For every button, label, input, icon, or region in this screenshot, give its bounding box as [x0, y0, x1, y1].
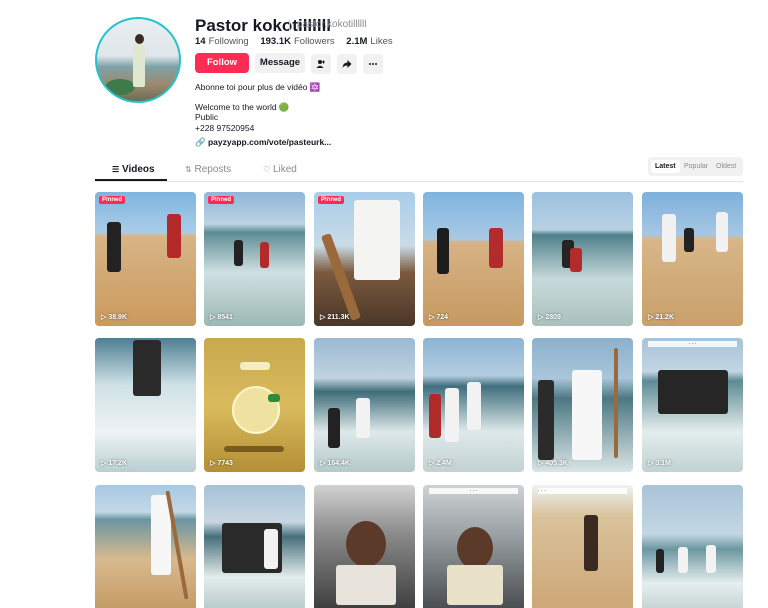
sort-oldest[interactable]: Oldest [712, 160, 740, 173]
add-friend-icon[interactable] [311, 54, 331, 74]
view-count: ▷ 724 [429, 314, 449, 321]
video-caption-overlay: · · · [538, 488, 627, 494]
followers-count[interactable]: 193.1K [260, 36, 291, 47]
video-thumbnail[interactable] [314, 485, 415, 608]
video-thumbnail[interactable] [642, 485, 743, 608]
view-count: ▷ 21.2K [648, 314, 675, 321]
view-count: ▷ 38.9K [101, 314, 128, 321]
follow-button[interactable]: Follow [195, 53, 249, 73]
view-count: ▷ 8541 [210, 314, 233, 321]
tab-liked[interactable]: ♡ Liked [263, 164, 297, 175]
video-caption-overlay: · · · [648, 341, 737, 347]
following-label[interactable]: Following [209, 36, 249, 47]
video-thumbnail[interactable]: ▷ 7743 [204, 338, 305, 472]
repost-icon: ⇅ [185, 165, 192, 174]
view-count: ▷ 405.3K [538, 460, 568, 467]
tabs-divider [95, 181, 743, 182]
tab-liked-label: Liked [272, 164, 297, 175]
likes-label: Likes [370, 36, 393, 47]
view-count: ▷ 17.2K [101, 460, 128, 467]
view-count: ▷ 3.1M [648, 460, 671, 467]
tab-videos-label: Videos [121, 164, 155, 175]
view-count: ▷ 164.4K [320, 460, 350, 467]
video-thumbnail[interactable] [95, 485, 196, 608]
bio-line-1: Abonne toi pour plus de vidéo 🔯 [195, 82, 321, 92]
name-separator: | [288, 17, 292, 31]
video-thumbnail[interactable]: Pinned ▷ 211.3K [314, 192, 415, 326]
following-count[interactable]: 14 [195, 36, 206, 47]
video-thumbnail[interactable]: · · · [423, 485, 524, 608]
video-thumbnail[interactable] [204, 485, 305, 608]
tab-videos[interactable]: ☰ Videos [112, 164, 155, 175]
tab-active-indicator [95, 179, 167, 181]
video-thumbnail[interactable]: ▷ 2809 [532, 192, 633, 326]
pinned-badge: Pinned [208, 196, 235, 204]
followers-label[interactable]: Followers [294, 36, 335, 47]
pinned-badge: Pinned [318, 196, 345, 204]
link-icon: 🔗 [195, 137, 206, 147]
bio-link-text[interactable]: payzyapp.com/vote/pasteurk... [208, 137, 331, 147]
tab-reposts[interactable]: ⇅ Reposts [185, 164, 231, 175]
sort-latest[interactable]: Latest [651, 160, 680, 173]
likes-count: 2.1M [346, 36, 368, 47]
avatar-figure [133, 43, 145, 87]
view-count: ▷ 2.4M [429, 460, 452, 467]
video-thumbnail[interactable]: ▷ 17.2K [95, 338, 196, 472]
view-count: ▷ 211.3K [320, 314, 350, 321]
video-thumbnail[interactable]: · · · [532, 485, 633, 608]
avatar-rock [105, 79, 135, 95]
sort-toggle: Latest Popular Oldest [648, 157, 743, 176]
profile-stats: 14 Following 193.1K Followers 2.1M Likes [195, 36, 402, 47]
message-button[interactable]: Message [255, 53, 305, 73]
view-count: ▷ 2809 [538, 314, 561, 321]
pinned-badge: Pinned [99, 196, 126, 204]
profile-avatar[interactable] [95, 17, 181, 103]
tab-reposts-label: Reposts [194, 164, 232, 175]
heart-outline-icon: ♡ [263, 165, 271, 174]
video-thumbnail[interactable]: ▷ 164.4K [314, 338, 415, 472]
video-caption-overlay: · · · [429, 488, 518, 494]
video-thumbnail[interactable]: ▷ 724 [423, 192, 524, 326]
view-count: ▷ 7743 [210, 460, 233, 467]
avatar-head [135, 34, 144, 44]
profile-handle: pastor.kokotillllll [297, 19, 367, 30]
video-thumbnail[interactable]: ▷ 21.2K [642, 192, 743, 326]
share-icon[interactable] [337, 54, 357, 74]
bio-link[interactable]: 🔗 payzyapp.com/vote/pasteurk... [195, 137, 331, 148]
video-thumbnail[interactable]: Pinned ▷ 8541 [204, 192, 305, 326]
sort-popular[interactable]: Popular [680, 160, 712, 173]
bio-line-4: +228 97520954 [195, 123, 255, 133]
video-thumbnail[interactable]: ▷ 2.4M [423, 338, 524, 472]
more-options-icon[interactable] [363, 54, 383, 74]
bio-line-3: Public [195, 112, 219, 122]
videos-grid-icon: ☰ [112, 165, 120, 174]
video-thumbnail[interactable]: · · · ▷ 3.1M [642, 338, 743, 472]
video-thumbnail[interactable]: ▷ 405.3K [532, 338, 633, 472]
video-thumbnail[interactable]: Pinned ▷ 38.9K [95, 192, 196, 326]
